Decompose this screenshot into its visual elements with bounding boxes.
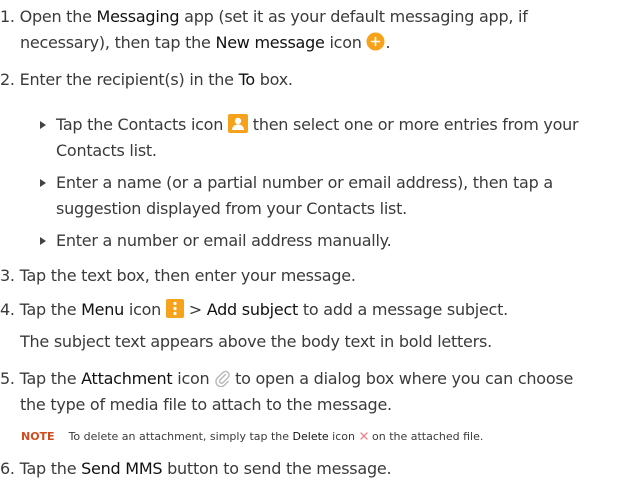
bullet-1-line-2: Contacts list. xyxy=(56,141,157,160)
send-mms-label: Send MMS xyxy=(81,459,163,478)
step-4-subtext: The subject text appears above the body … xyxy=(20,332,492,351)
delete-label: Delete xyxy=(292,430,329,443)
step-number: 6. xyxy=(0,459,15,478)
step-number: 1. xyxy=(0,7,15,26)
step-1-line-1: 1. Open the Messaging app (set it as you… xyxy=(0,7,528,26)
bullet-3-line: Enter a number or email address manually… xyxy=(56,231,392,250)
bullet-2-line-1: Enter a name (or a partial number or ema… xyxy=(56,173,553,192)
step-1-line-2: necessary), then tap the New message ico… xyxy=(20,32,391,57)
bullet-2-line-2: suggestion displayed from your Contacts … xyxy=(56,199,407,218)
note-label: NOTE xyxy=(21,430,55,443)
x-icon xyxy=(359,431,369,445)
bullet-1-line-1: Tap the Contacts icon then select one or… xyxy=(56,114,579,139)
step-number: 3. xyxy=(0,266,15,285)
step-5-line-1: 5. Tap the Attachment icon to open a dia… xyxy=(0,368,573,393)
new-message-label: New message xyxy=(215,33,325,52)
step-number: 5. xyxy=(0,369,15,388)
step-3-line: 3. Tap the text box, then enter your mes… xyxy=(0,266,356,285)
bullet-arrow-icon xyxy=(40,237,46,245)
new-message-icon xyxy=(366,32,385,57)
step-6-line: 6. Tap the Send MMS button to send the m… xyxy=(0,459,392,478)
menu-icon xyxy=(165,299,184,324)
step-5-line-2: the type of media file to attach to the … xyxy=(20,395,392,414)
add-subject-label: Add subject xyxy=(206,300,299,319)
step-4-line: 4. Tap the Menu icon > Add subject to ad… xyxy=(0,299,508,324)
attachment-label: Attachment xyxy=(81,369,173,388)
step-2-line: 2. Enter the recipient(s) in the To box. xyxy=(0,70,293,89)
menu-label: Menu xyxy=(81,300,125,319)
bullet-arrow-icon xyxy=(40,179,46,187)
paperclip-icon xyxy=(214,368,231,393)
bullet-arrow-icon xyxy=(40,121,46,129)
note: NOTE To delete an attachment, simply tap … xyxy=(21,430,484,445)
step-number: 4. xyxy=(0,300,15,319)
contacts-icon xyxy=(227,114,248,139)
step-number: 2. xyxy=(0,70,15,89)
app-name-messaging: Messaging xyxy=(96,7,180,26)
to-box-label: To xyxy=(238,70,256,89)
